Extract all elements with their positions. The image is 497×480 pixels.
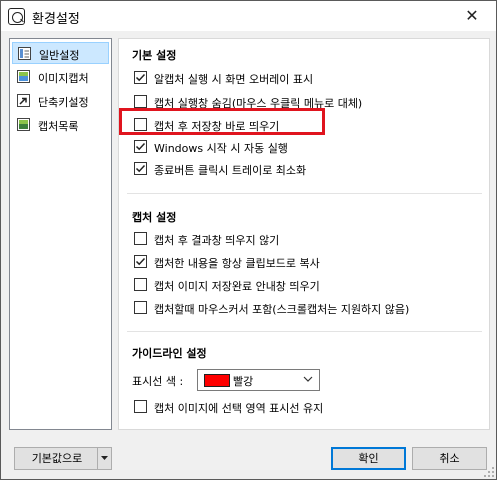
section-title-guide: 가이드라인 설정: [132, 347, 207, 360]
checkbox-checked[interactable]: [134, 140, 147, 153]
guide-color-select[interactable]: 빨강: [197, 369, 320, 391]
checkbox-unchecked[interactable]: [134, 301, 147, 314]
option-label: 캡처 후 결과창 띄우지 않기: [154, 234, 280, 247]
section-divider: [127, 331, 482, 332]
checkbox-unchecked[interactable]: [134, 232, 147, 245]
sidebar-item-shortcut[interactable]: 단축키설정: [12, 90, 109, 112]
ok-button[interactable]: 확인: [331, 447, 406, 470]
guide-color-label: 표시선 색 :: [132, 375, 184, 388]
title-bar: 환경설정 ✕: [1, 1, 496, 31]
section-title-basic: 기본 설정: [132, 49, 177, 62]
reset-defaults-button[interactable]: 기본값으로: [14, 447, 112, 470]
checkbox-checked[interactable]: [134, 255, 147, 268]
settings-sidebar: 일반설정 이미지캡처 단축키설정 캡처목록: [9, 38, 112, 430]
reset-defaults-dropdown[interactable]: [97, 448, 111, 469]
settings-window: 환경설정 ✕ 일반설정 이미지캡처 단축키설정 캡처목록 기본 설정 알캡처 실…: [0, 0, 497, 480]
close-icon[interactable]: ✕: [452, 3, 492, 29]
app-capture-icon: [8, 8, 25, 25]
chevron-down-icon: [303, 376, 313, 382]
checkmark-icon: [135, 164, 146, 173]
checkbox-unchecked[interactable]: [134, 400, 147, 413]
checkbox-unchecked[interactable]: [134, 95, 147, 108]
guide-color-value: 빨강: [233, 375, 254, 388]
checkmark-icon: [135, 142, 146, 151]
window-title: 환경설정: [32, 12, 80, 27]
checkbox-checked[interactable]: [134, 162, 147, 175]
reset-defaults-label: 기본값으로: [31, 452, 83, 465]
sidebar-item-image-capture[interactable]: 이미지캡처: [12, 66, 109, 88]
resize-grip-icon[interactable]: [483, 466, 495, 478]
settings-content-panel: 기본 설정 알캡처 실행 시 화면 오버레이 표시 캡처 실행창 숨김(마우스 …: [118, 38, 490, 430]
shortcut-key-icon: [17, 94, 30, 107]
option-label: 알캡처 실행 시 화면 오버레이 표시: [154, 73, 314, 86]
sidebar-item-general[interactable]: 일반설정: [12, 42, 109, 64]
option-label: 캡처한 내용을 항상 클립보드로 복사: [154, 257, 320, 270]
section-divider: [127, 193, 482, 194]
checkbox-unchecked[interactable]: [134, 118, 147, 131]
general-settings-icon: [18, 47, 31, 60]
option-label: Windows 시작 시 자동 실행: [154, 142, 288, 155]
checkbox-unchecked[interactable]: [134, 278, 147, 291]
cancel-button[interactable]: 취소: [412, 447, 487, 470]
option-label: 캡처할때 마우스커서 포함(스크롤캡처는 지원하지 않음): [154, 303, 410, 316]
checkbox-checked[interactable]: [134, 71, 147, 84]
option-label: 종료버튼 클릭시 트레이로 최소화: [154, 164, 307, 177]
section-title-capture: 캡처 설정: [132, 211, 177, 224]
sidebar-item-label: 이미지캡처: [38, 72, 89, 85]
image-capture-icon: [17, 70, 30, 83]
sidebar-item-label: 캡처목록: [38, 120, 79, 133]
sidebar-item-label: 단축키설정: [38, 96, 89, 109]
checkmark-icon: [135, 73, 146, 82]
capture-list-icon: [17, 118, 30, 131]
option-label: 캡처 후 저장창 바로 띄우기: [154, 120, 280, 133]
option-label: 캡처 이미지 저장완료 안내창 띄우기: [154, 280, 320, 293]
option-label: 캡처 이미지에 선택 영역 표시선 유지: [154, 402, 324, 415]
sidebar-item-capture-list[interactable]: 캡처목록: [12, 114, 109, 136]
color-swatch: [204, 374, 230, 387]
caret-down-icon: [101, 456, 108, 460]
sidebar-item-label: 일반설정: [39, 49, 80, 62]
checkmark-icon: [135, 257, 146, 266]
